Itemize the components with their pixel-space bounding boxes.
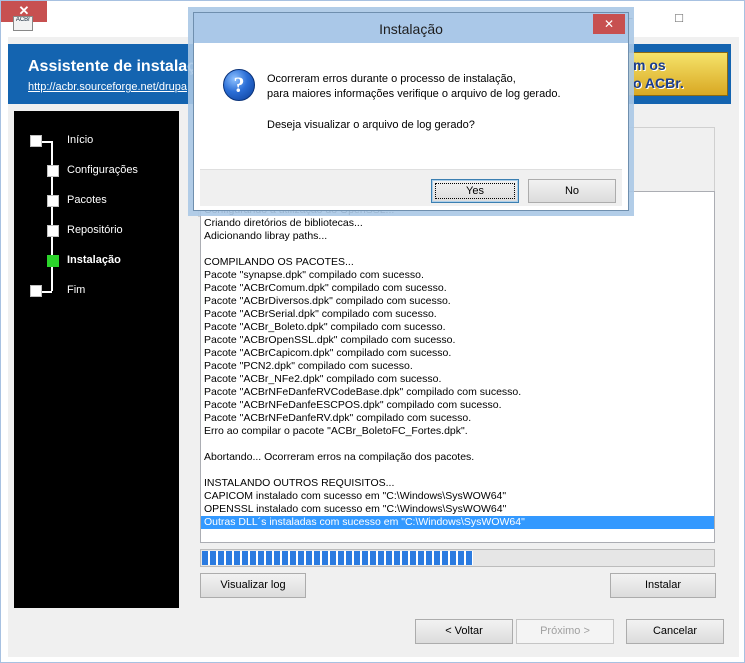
step-fim: Fim — [14, 283, 164, 299]
confirm-dialog: Instalação ✕ ? Ocorreram erros durante o… — [193, 12, 629, 211]
cancel-button[interactable]: Cancelar — [626, 619, 724, 644]
install-progress-bar — [200, 549, 715, 567]
project-link[interactable]: http://acbr.sourceforge.net/drupa — [28, 81, 187, 93]
step-marker — [47, 255, 59, 267]
log-line: Pacote "ACBr_NFe2.dpk" compilado com suc… — [204, 373, 442, 385]
log-line: Pacote "ACBrNFeDanfeRV.dpk" compilado co… — [204, 412, 472, 424]
log-line: Pacote "PCN2.dpk" compilado com sucesso. — [204, 360, 413, 372]
log-line: CAPICOM instalado com sucesso em "C:\Win… — [204, 490, 507, 502]
app-icon: ACBr — [13, 16, 33, 31]
dialog-title: Instalação — [379, 21, 443, 37]
log-line: Adicionando libray paths... — [204, 230, 328, 242]
maximize-button[interactable]: □ — [666, 9, 692, 29]
step-marker — [47, 195, 59, 207]
step-pacotes: Pacotes — [14, 193, 164, 209]
log-line: Abortando... Ocorreram erros na compilaç… — [204, 451, 475, 463]
wizard-title: Assistente de instalaç — [28, 58, 197, 75]
dialog-message-line-1: Ocorreram erros durante o processo de in… — [267, 73, 516, 85]
step-connector — [42, 141, 52, 143]
step-label: Início — [67, 134, 94, 146]
log-line: Pacote "ACBrDiversos.dpk" compilado com … — [204, 295, 451, 307]
log-line: Criando diretórios de bibliotecas... — [204, 217, 363, 229]
step-instalação: Instalação — [14, 253, 164, 269]
view-log-button[interactable]: Visualizar log — [200, 573, 306, 598]
next-button[interactable]: Próximo > — [516, 619, 614, 644]
dialog-body: ? Ocorreram erros durante o processo de … — [200, 43, 622, 169]
dialog-question: Deseja visualizar o arquivo de log gerad… — [267, 119, 475, 131]
log-line: COMPILANDO OS PACOTES... — [204, 256, 354, 268]
step-repositório: Repositório — [14, 223, 164, 239]
no-button[interactable]: No — [528, 179, 616, 203]
install-log[interactable]: Configurando a utilização do OpenSSL...C… — [200, 191, 715, 543]
log-line: Erro ao compilar o pacote "ACBr_BoletoFC… — [204, 425, 468, 437]
log-line: Pacote "ACBrNFeDanfeESCPOS.dpk" compilad… — [204, 399, 502, 411]
step-label: Fim — [67, 284, 86, 296]
dialog-footer: Yes No — [200, 169, 622, 206]
log-line: Pacote "ACBrCapicom.dpk" compilado com s… — [204, 347, 452, 359]
no-label: No — [564, 185, 580, 197]
banner-text-1: m os — [633, 57, 666, 73]
back-button[interactable]: < Voltar — [415, 619, 513, 644]
yes-button[interactable]: Yes — [431, 179, 519, 203]
progress-fill — [202, 551, 473, 565]
install-button[interactable]: Instalar — [610, 573, 716, 598]
step-marker — [47, 225, 59, 237]
log-line: Outras DLL´s instaladas com sucesso em "… — [201, 516, 714, 529]
banner-text-2: o ACBr. — [633, 75, 684, 91]
log-line: Pacote "synapse.dpk" compilado com suces… — [204, 269, 424, 281]
log-line: Pacote "ACBrNFeDanfeRVCodeBase.dpk" comp… — [204, 386, 522, 398]
step-marker — [47, 165, 59, 177]
steps-panel: Início Configurações Pacotes Repositório Ins… — [14, 111, 179, 608]
acbr-banner: m os o ACBr. — [628, 52, 728, 96]
step-label: Instalação — [67, 254, 121, 266]
log-line: OPENSSL instalado com sucesso em "C:\Win… — [204, 503, 507, 515]
step-configurações: Configurações — [14, 163, 164, 179]
question-icon: ? — [223, 69, 255, 101]
step-connector — [42, 291, 52, 293]
log-line: INSTALANDO OUTROS REQUISITOS... — [204, 477, 395, 489]
step-label: Repositório — [67, 224, 123, 236]
step-marker — [30, 135, 42, 147]
step-label: Pacotes — [67, 194, 107, 206]
dialog-close-button[interactable]: ✕ — [593, 14, 625, 34]
step-label: Configurações — [67, 164, 138, 176]
step-início: Início — [14, 133, 164, 149]
log-line: Pacote "ACBrComum.dpk" compilado com suc… — [204, 282, 447, 294]
log-line: Pacote "ACBrOpenSSL.dpk" compilado com s… — [204, 334, 456, 346]
step-marker — [30, 285, 42, 297]
dialog-message-line-2: para maiores informações verifique o arq… — [267, 88, 561, 100]
dialog-titlebar[interactable]: Instalação ✕ — [194, 13, 628, 43]
log-line: Pacote "ACBrSerial.dpk" compilado com su… — [204, 308, 437, 320]
log-line: Pacote "ACBr_Boleto.dpk" compilado com s… — [204, 321, 446, 333]
